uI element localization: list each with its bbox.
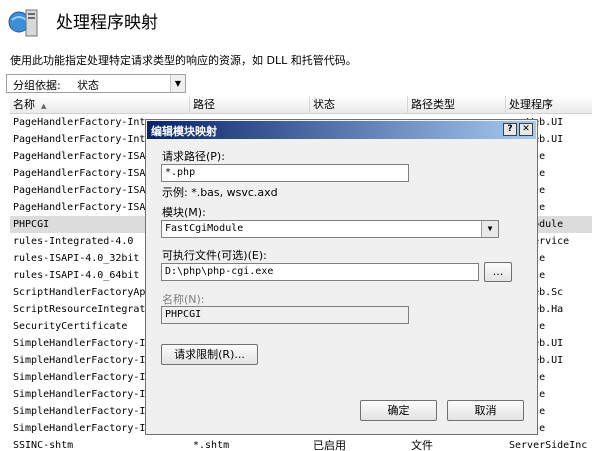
cancel-button[interactable]: 取消 — [447, 400, 524, 421]
table-row[interactable]: SSINC-shtm *.shtm 已启用 文件 ServerSideInc — [10, 437, 592, 451]
name-label: 名称(N): — [162, 293, 205, 306]
group-by-dropdown[interactable]: 分组依据: 状态 ▼ — [6, 74, 186, 93]
column-header-state[interactable]: 状态 — [310, 96, 408, 113]
dialog-title: 编辑模块映射 — [151, 125, 217, 138]
group-by-value: 状态 — [77, 79, 99, 92]
module-select[interactable]: FastCgiModule ▼ — [161, 220, 499, 238]
name-input: PHPCGI — [161, 306, 409, 324]
cell-path-type: 文件 — [411, 439, 433, 451]
sort-ascending-icon: ▲ — [41, 102, 47, 110]
chevron-down-icon[interactable]: ▼ — [481, 221, 498, 237]
group-by-label: 分组依据: — [13, 79, 61, 92]
executable-label: 可执行文件(可选)(E): — [162, 249, 267, 262]
header: 处理程序映射 — [0, 0, 592, 44]
request-path-input[interactable]: *.php — [161, 164, 409, 182]
browse-button[interactable]: ... — [484, 262, 512, 282]
cell-state: 已启用 — [313, 439, 346, 451]
module-label: 模块(M): — [162, 206, 206, 219]
request-path-label: 请求路径(P): — [162, 150, 225, 163]
column-header-name[interactable]: 名称 ▲ — [10, 96, 190, 113]
column-header-handler[interactable]: 处理程序 — [506, 96, 592, 113]
cell-path: *.shtm — [193, 440, 230, 451]
cell-handler: ServerSideInc — [509, 440, 588, 451]
list-header: 名称 ▲ 路径 状态 路径类型 处理程序 — [10, 96, 592, 114]
example-text: 示例: *.bas, wsvc.axd — [162, 186, 278, 199]
column-header-path-type[interactable]: 路径类型 — [408, 96, 506, 113]
handler-mappings-icon — [8, 9, 38, 37]
dialog-titlebar[interactable]: 编辑模块映射 ? ✕ — [147, 121, 536, 139]
request-restrictions-button[interactable]: 请求限制(R)... — [161, 344, 258, 365]
cell-name: SSINC-shtm — [13, 440, 74, 451]
column-header-path[interactable]: 路径 — [190, 96, 310, 113]
module-select-value: FastCgiModule — [165, 223, 244, 234]
page-title: 处理程序映射 — [56, 13, 158, 33]
ok-button[interactable]: 确定 — [360, 400, 437, 421]
edit-module-mapping-dialog: 编辑模块映射 ? ✕ 请求路径(P): *.php 示例: *.bas, wsv… — [145, 119, 538, 435]
close-button[interactable]: ✕ — [519, 123, 533, 136]
chevron-down-icon[interactable]: ▼ — [170, 75, 185, 92]
page-description: 使用此功能指定处理特定请求类型的响应的资源，如 DLL 和托管代码。 — [10, 54, 357, 67]
executable-input[interactable]: D:\php\php-cgi.exe — [161, 263, 479, 281]
help-button[interactable]: ? — [503, 123, 517, 136]
